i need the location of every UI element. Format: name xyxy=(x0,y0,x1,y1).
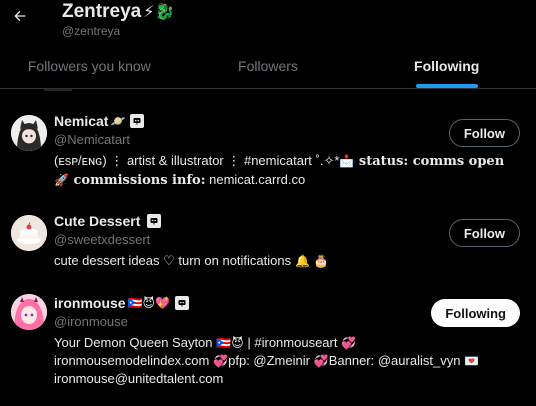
user-name[interactable]: Nemicat xyxy=(54,113,108,129)
profile-handle: @zentreya xyxy=(62,24,121,38)
tab-followers-you-know[interactable]: Followers you know xyxy=(0,44,179,88)
avatar[interactable] xyxy=(11,294,47,330)
user-name[interactable]: Cute Dessert xyxy=(54,213,140,229)
automated-badge-icon xyxy=(174,296,189,310)
user-bio: Your Demon Queen Sayton 🇵🇷😈 | #ironmouse… xyxy=(54,335,480,386)
automated-badge-icon xyxy=(130,114,145,128)
follow-button[interactable]: Follow xyxy=(448,219,520,247)
tab-following[interactable]: Following xyxy=(357,44,536,88)
tab-followers[interactable]: Followers xyxy=(179,44,358,88)
user-row-ironmouse[interactable]: ironmouse 🇵🇷😈💖 @ironmouse Your Demon Que… xyxy=(0,294,536,398)
title-emojis: ⚡🐉 xyxy=(143,2,175,21)
user-bio: cute dessert ideas ♡ turn on notificatio… xyxy=(54,253,329,268)
scroll-remnant xyxy=(44,89,72,91)
user-row-cute-dessert[interactable]: Cute Dessert @sweetxdessert cute dessert… xyxy=(0,212,536,282)
avatar-dessert-image xyxy=(11,215,47,251)
user-row-nemicat[interactable]: Nemicat 🪐 @Nemicatart (ᴇsᴘ/ᴇɴɢ) ⋮ artist… xyxy=(0,112,536,202)
user-name-emoji: 🪐 xyxy=(110,114,126,128)
back-button[interactable] xyxy=(10,6,30,26)
following-button[interactable]: Following xyxy=(431,299,520,327)
user-name-emoji: 🇵🇷😈💖 xyxy=(127,296,170,310)
back-arrow-icon xyxy=(14,10,26,22)
profile-title-block: Zentreya ⚡🐉 @zentreya xyxy=(62,1,174,38)
user-name[interactable]: ironmouse xyxy=(54,295,126,311)
avatar[interactable] xyxy=(11,215,47,251)
following-page: Zentreya ⚡🐉 @zentreya Followers you know… xyxy=(0,0,536,406)
avatar[interactable] xyxy=(11,115,47,151)
profile-header: Zentreya ⚡🐉 @zentreya xyxy=(0,0,536,44)
avatar-nemicat-image xyxy=(11,115,47,151)
user-bio: (ᴇsᴘ/ᴇɴɢ) ⋮ artist & illustrator ⋮ #nemi… xyxy=(54,153,505,188)
avatar-ironmouse-image xyxy=(11,294,47,330)
automated-badge-icon xyxy=(147,214,162,228)
follow-button[interactable]: Follow xyxy=(448,119,520,147)
tab-bar: Followers you know Followers Following xyxy=(0,44,536,88)
profile-title: Zentreya xyxy=(62,1,142,22)
tabs-divider xyxy=(0,88,536,89)
